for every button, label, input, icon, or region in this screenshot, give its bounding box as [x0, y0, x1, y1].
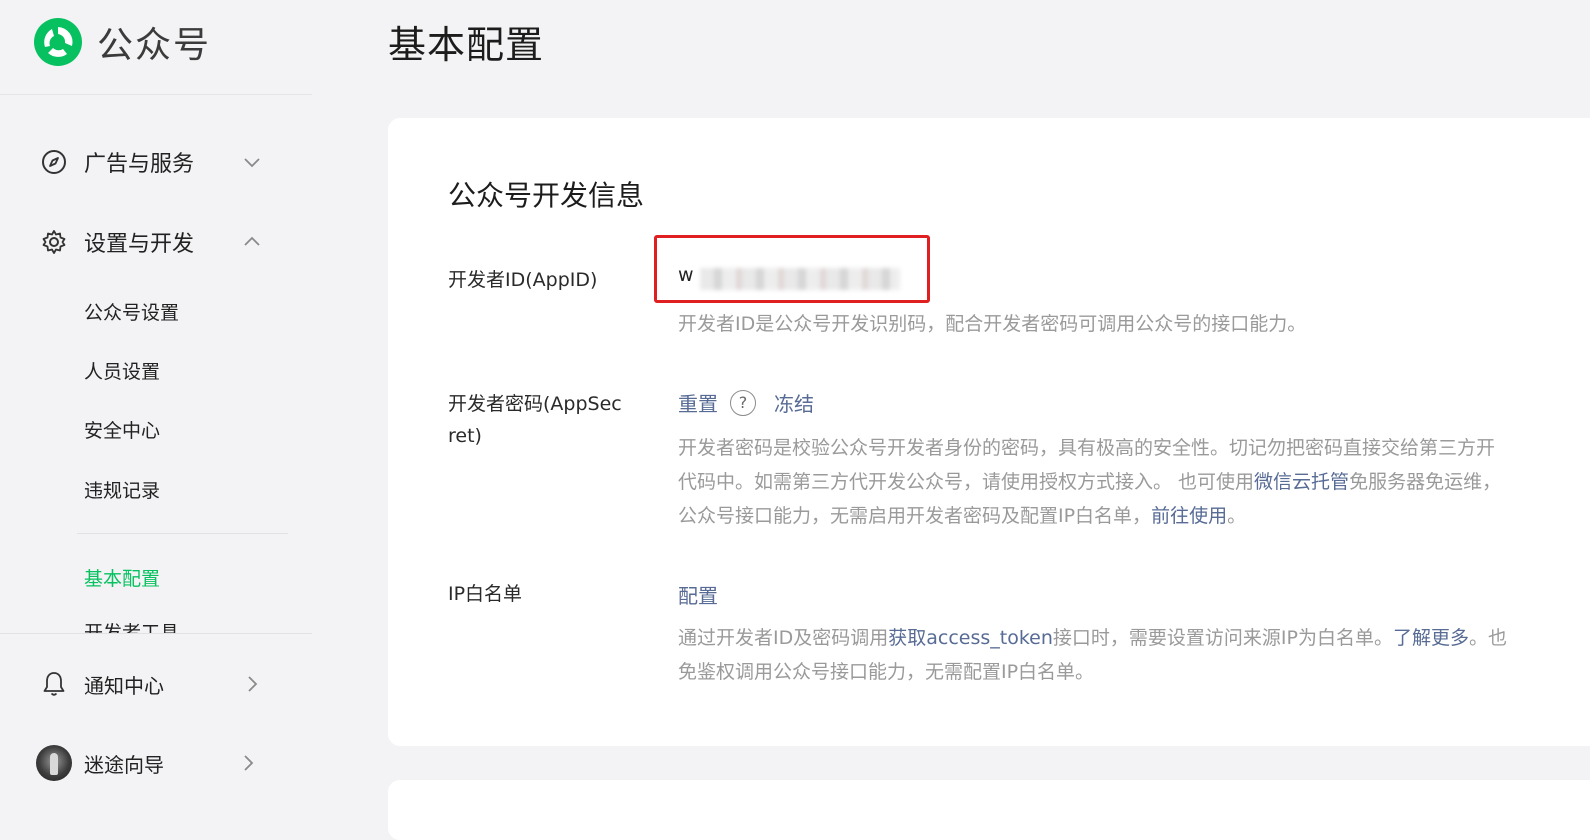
- desc-line: 公众号接口能力，无需启用开发者密码及配置IP白名单，前往使用。: [678, 499, 1501, 533]
- sidebar-group-ads-services[interactable]: 广告与服务: [40, 144, 270, 180]
- desc-text: 。也: [1468, 627, 1507, 649]
- desc-text: 接口时，需要设置访问来源IP为白名单。: [1052, 627, 1393, 649]
- page-title: 基本配置: [388, 23, 545, 67]
- help-icon[interactable]: ?: [730, 389, 756, 416]
- divider: [0, 633, 312, 634]
- desc-line: 代码中。如需第三方代开发公众号，请使用授权方式接入。 也可使用微信云托管免服务器…: [678, 465, 1501, 499]
- access-token-link[interactable]: 获取access_token: [888, 627, 1053, 649]
- desc-text: 通过开发者ID及密码调用: [678, 627, 889, 649]
- learn-more-link[interactable]: 了解更多: [1393, 627, 1469, 649]
- desc-text: 。: [1227, 505, 1247, 527]
- sidebar-item-staff-settings[interactable]: 人员设置: [84, 357, 160, 384]
- sidebar-item-account[interactable]: 迷途向导: [36, 745, 266, 781]
- desc-text: 免服务器免运维，: [1349, 471, 1502, 493]
- sidebar-group-label: 广告与服务: [84, 152, 195, 177]
- brand[interactable]: 公众号: [32, 16, 211, 68]
- ip-config-link[interactable]: 配置: [678, 580, 718, 609]
- highlight-annotation: [654, 235, 930, 303]
- go-use-link[interactable]: 前往使用: [1151, 505, 1227, 527]
- appsecret-description: 开发者密码是校验公众号开发者身份的密码，具有极高的安全性。切记勿把密码直接交给第…: [678, 431, 1501, 533]
- chevron-right-icon: [248, 676, 258, 692]
- chevron-up-icon: [244, 236, 260, 246]
- sidebar-item-security-center[interactable]: 安全中心: [84, 416, 160, 443]
- sidebar-item-account-settings[interactable]: 公众号设置: [84, 298, 179, 325]
- appid-description: 开发者ID是公众号开发识别码，配合开发者密码可调用公众号的接口能力。: [678, 313, 1307, 335]
- desc-line: 开发者密码是校验公众号开发者身份的密码，具有极高的安全性。切记勿把密码直接交给第…: [678, 437, 1496, 459]
- desc-line: 通过开发者ID及密码调用获取access_token接口时，需要设置访问来源IP…: [678, 621, 1507, 655]
- sidebar-group-label: 设置与开发: [84, 232, 195, 257]
- sidebar-item-dev-tools[interactable]: 开发者工具: [84, 618, 284, 633]
- compass-icon: [40, 148, 68, 176]
- desc-text: 代码中。如需第三方代开发公众号，请使用授权方式接入。 也可使用: [678, 471, 1255, 493]
- appid-label: 开发者ID(AppID): [448, 269, 598, 291]
- freeze-link[interactable]: 冻结: [774, 388, 814, 417]
- desc-line: 免鉴权调用公众号接口能力，无需配置IP白名单。: [678, 661, 1095, 683]
- sidebar: 公众号 广告与服务 设置与开发 公众号设置 人员设置 安全中心 违规记录 基本配…: [0, 0, 312, 816]
- sidebar-item-label: 通知中心: [84, 673, 164, 698]
- chevron-down-icon: [244, 158, 260, 168]
- account-name: 迷途向导: [84, 752, 164, 777]
- next-card: [388, 780, 1590, 840]
- ip-whitelist-description: 通过开发者ID及密码调用获取access_token接口时，需要设置访问来源IP…: [678, 621, 1507, 689]
- sidebar-item-violation-records[interactable]: 违规记录: [84, 476, 160, 503]
- sidebar-item-label: 开发者工具: [84, 622, 180, 633]
- wechat-official-logo-icon: [34, 18, 82, 66]
- divider: [0, 94, 312, 95]
- divider: [77, 533, 288, 534]
- appsecret-actions: 重置 ? 冻结: [678, 388, 814, 417]
- chevron-right-icon: [244, 755, 254, 771]
- appsecret-label: 开发者密码(AppSec ret): [448, 388, 638, 452]
- desc-text: 公众号接口能力，无需启用开发者密码及配置IP白名单，: [678, 505, 1152, 527]
- bell-icon: [40, 670, 68, 698]
- appsecret-label-line1: 开发者密码(AppSec: [448, 393, 622, 415]
- ip-whitelist-label: IP白名单: [448, 583, 523, 605]
- reset-link[interactable]: 重置: [678, 388, 718, 417]
- section-title: 公众号开发信息: [448, 179, 645, 212]
- sidebar-group-settings-dev[interactable]: 设置与开发: [40, 224, 270, 260]
- sidebar-item-basic-config[interactable]: 基本配置: [84, 564, 160, 591]
- sidebar-item-notifications[interactable]: 通知中心: [40, 666, 270, 702]
- brand-name: 公众号: [97, 25, 212, 66]
- avatar: [36, 745, 72, 781]
- gear-icon: [40, 228, 68, 256]
- wechat-cloud-hosting-link[interactable]: 微信云托管: [1254, 471, 1349, 493]
- appsecret-label-line2: ret): [448, 425, 482, 447]
